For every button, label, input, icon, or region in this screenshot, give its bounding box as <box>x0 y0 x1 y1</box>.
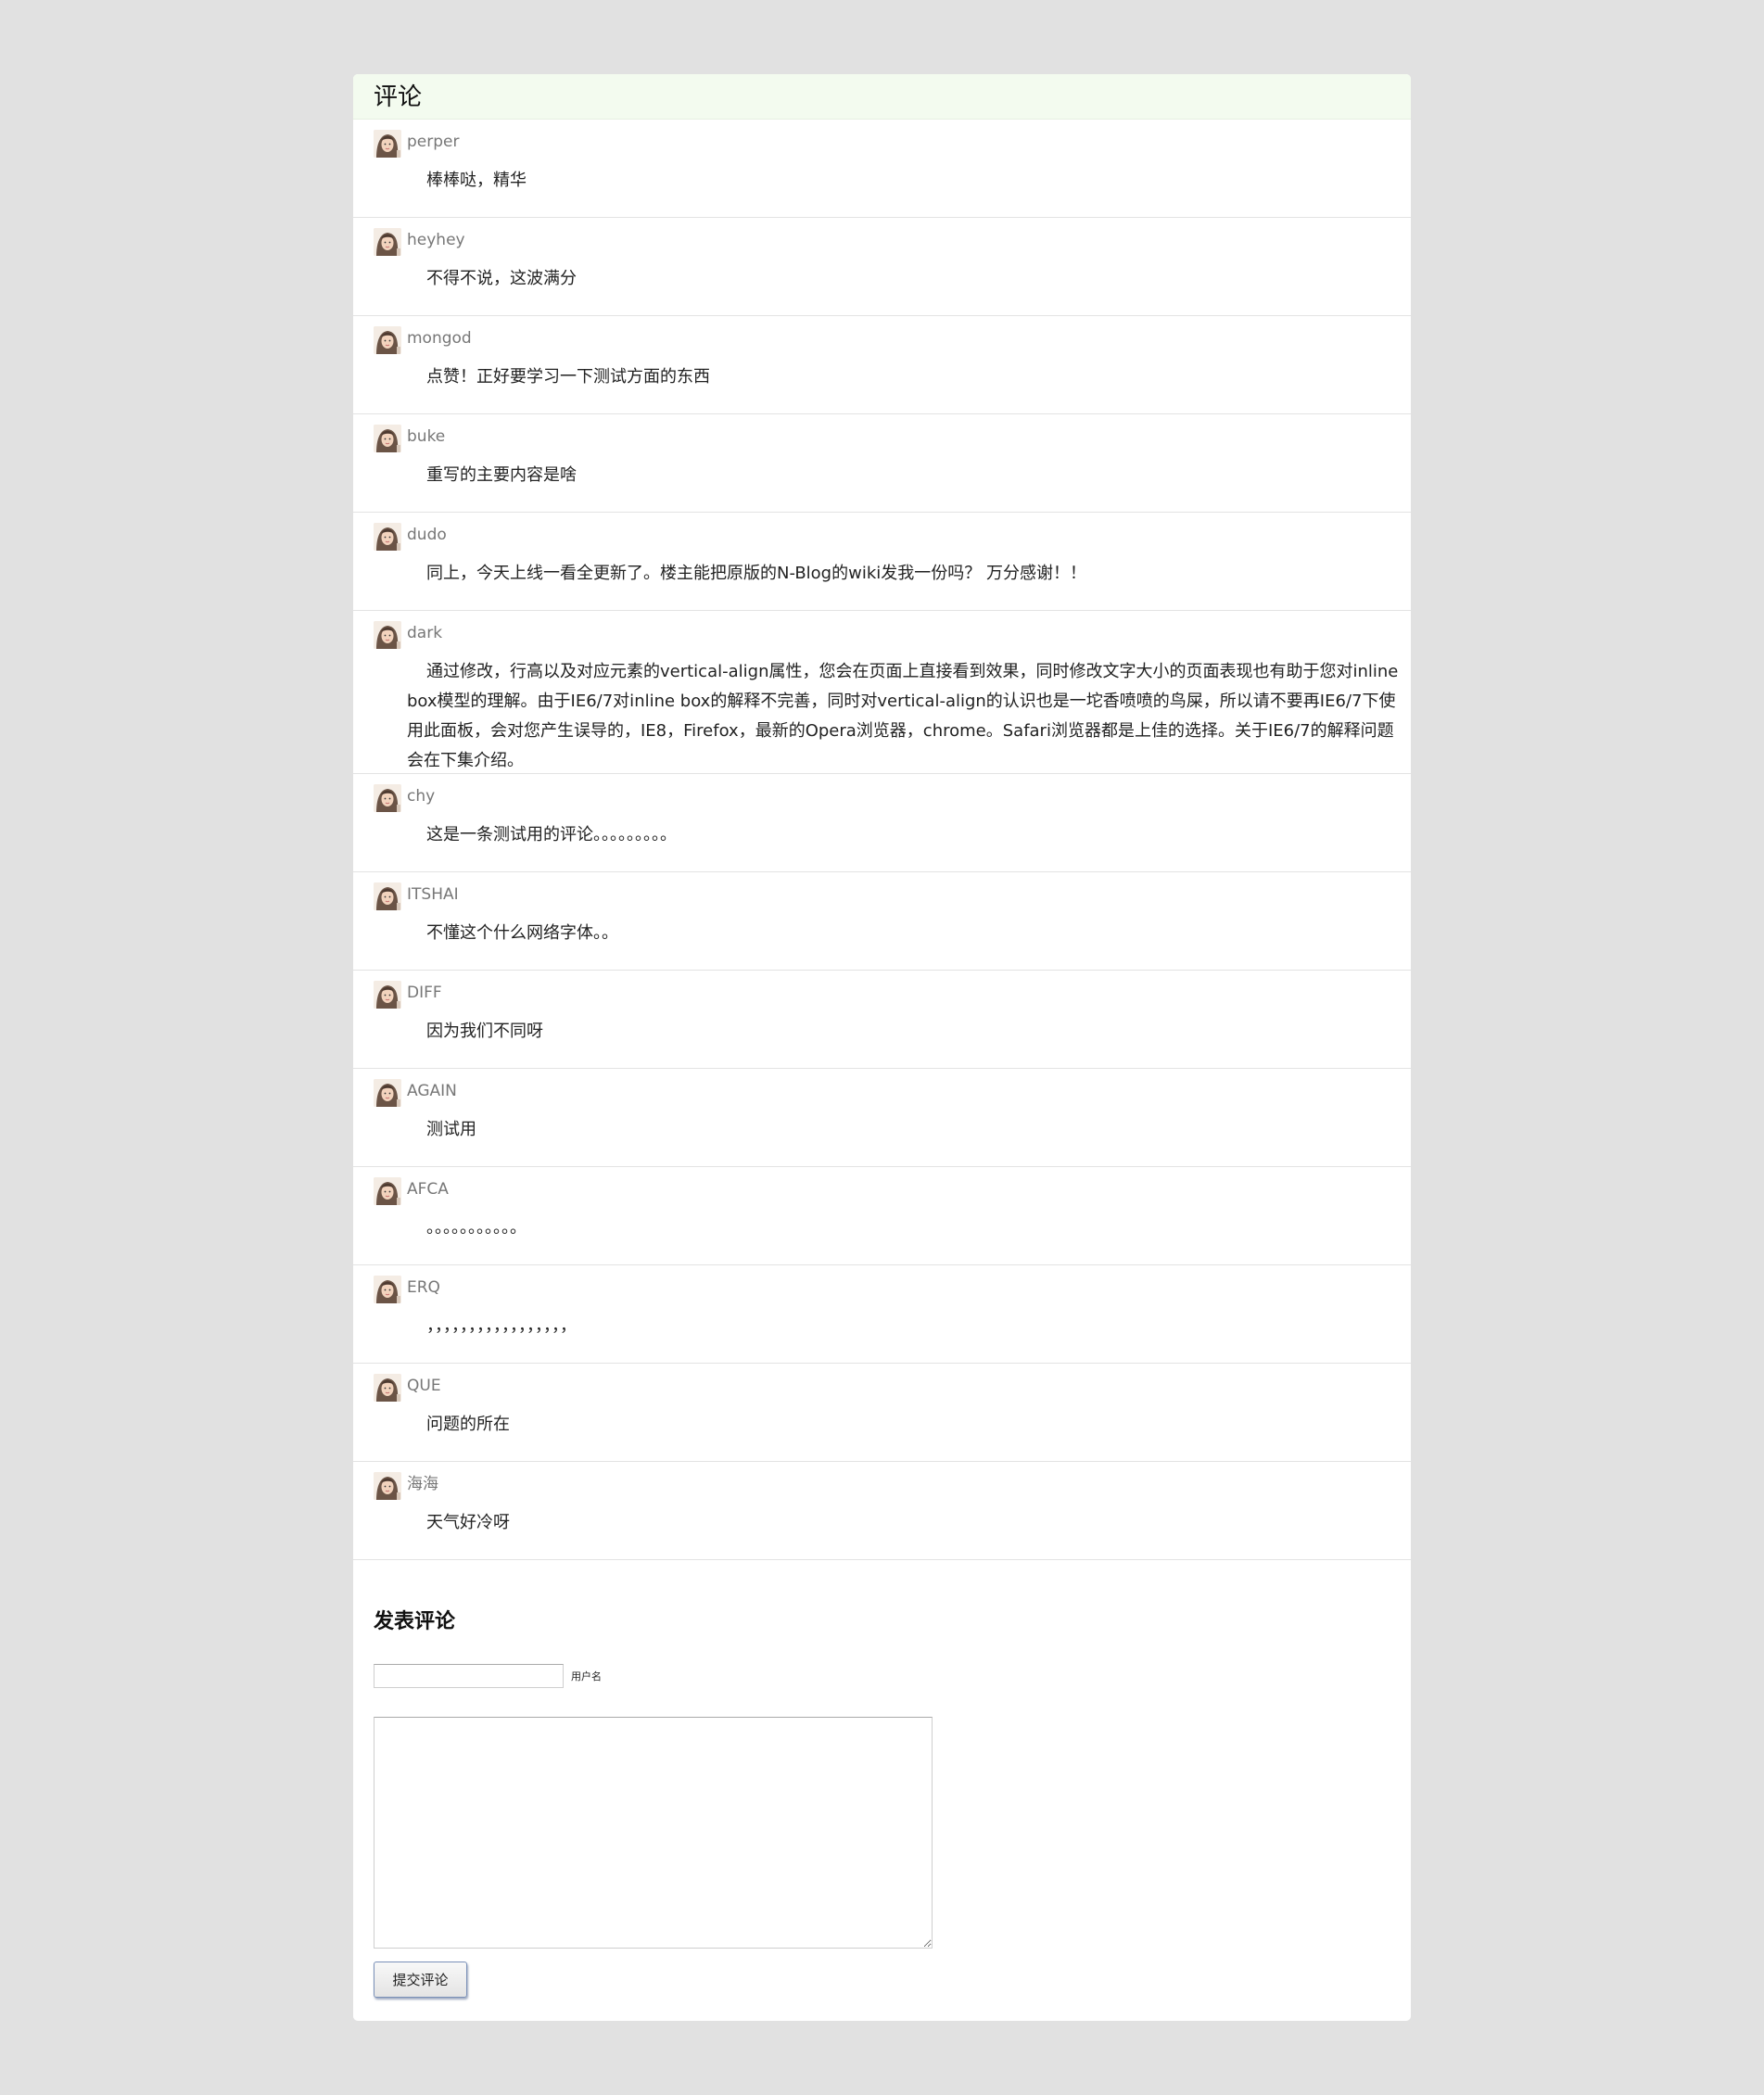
user-avatar-icon[interactable] <box>374 523 401 551</box>
comment-text: 问题的所在 <box>426 1415 510 1434</box>
user-avatar-icon[interactable] <box>374 130 401 158</box>
user-avatar-icon[interactable] <box>374 228 401 256</box>
comment-text: 通过修改，行高以及对应元素的vertical-align属性，您会在页面上直接看… <box>407 662 1399 770</box>
comment-item: 海海 天气好冷呀 <box>353 1462 1411 1560</box>
comment-text: 天气好冷呀 <box>426 1513 510 1532</box>
comment-author[interactable]: ITSHAI <box>407 883 459 906</box>
comment-item: ERQ ，，，，，，，，，，，，，，，，， <box>353 1265 1411 1364</box>
comment-text: 。。。。。。。。。。。 <box>426 1218 527 1238</box>
user-avatar-icon[interactable] <box>374 981 401 1009</box>
comments-header: 评论 <box>353 74 1411 120</box>
comment-text: 因为我们不同呀 <box>426 1022 543 1041</box>
comment-author[interactable]: AGAIN <box>407 1080 457 1102</box>
comment-text: 棒棒哒，精华 <box>426 171 527 190</box>
user-avatar-icon[interactable] <box>374 326 401 354</box>
comment-author[interactable]: AFCA <box>407 1178 449 1200</box>
comment-item: QUE 问题的所在 <box>353 1364 1411 1462</box>
comment-item: buke 重写的主要内容是啥 <box>353 414 1411 513</box>
user-avatar-icon[interactable] <box>374 621 401 649</box>
comment-text: ，，，，，，，，，，，，，，，，， <box>426 1316 577 1336</box>
comment-item: dark 通过修改，行高以及对应元素的vertical-align属性，您会在页… <box>353 611 1411 774</box>
comment-text: 同上，今天上线一看全更新了。楼主能把原版的N-Blog的wiki发我一份吗？ 万… <box>426 564 1086 583</box>
user-avatar-icon[interactable] <box>374 1177 401 1205</box>
user-avatar-icon[interactable] <box>374 784 401 812</box>
user-avatar-icon[interactable] <box>374 1374 401 1402</box>
comment-item: chy 这是一条测试用的评论。。。。。。。。。 <box>353 774 1411 872</box>
comment-author[interactable]: heyhey <box>407 229 465 251</box>
comment-item: DIFF 因为我们不同呀 <box>353 971 1411 1069</box>
comment-item: ITSHAI 不懂这个什么网络字体。。 <box>353 872 1411 971</box>
comment-author[interactable]: 海海 <box>407 1473 438 1495</box>
user-avatar-icon[interactable] <box>374 1472 401 1500</box>
comments-panel: 评论 perper 棒棒哒，精华 heyhey 不得不说，这波满分 mongod… <box>353 74 1411 2021</box>
comment-textarea[interactable] <box>374 1717 933 1949</box>
comment-item: dudo 同上，今天上线一看全更新了。楼主能把原版的N-Blog的wiki发我一… <box>353 513 1411 611</box>
compose-title: 发表评论 <box>374 1610 456 1633</box>
comment-author[interactable]: dudo <box>407 524 447 546</box>
comment-text: 不懂这个什么网络字体。。 <box>426 923 618 943</box>
username-label: 用户名 <box>571 1670 602 1682</box>
comment-author[interactable]: buke <box>407 425 445 448</box>
comment-author[interactable]: mongod <box>407 327 472 349</box>
user-avatar-icon[interactable] <box>374 1079 401 1107</box>
comment-author[interactable]: chy <box>407 785 435 807</box>
comment-list: perper 棒棒哒，精华 heyhey 不得不说，这波满分 mongod 点赞… <box>353 120 1411 1560</box>
comment-text: 这是一条测试用的评论。。。。。。。。。 <box>426 825 677 844</box>
user-avatar-icon[interactable] <box>374 1276 401 1303</box>
comment-text: 测试用 <box>426 1120 476 1139</box>
comment-author[interactable]: QUE <box>407 1375 441 1397</box>
comment-item: mongod 点赞！正好要学习一下测试方面的东西 <box>353 316 1411 414</box>
comment-author[interactable]: DIFF <box>407 982 442 1004</box>
comments-title: 评论 <box>374 83 423 111</box>
user-avatar-icon[interactable] <box>374 425 401 452</box>
comment-author[interactable]: perper <box>407 131 459 153</box>
comment-text: 重写的主要内容是啥 <box>426 465 577 485</box>
comment-item: AGAIN 测试用 <box>353 1069 1411 1167</box>
comment-item: AFCA 。。。。。。。。。。。 <box>353 1167 1411 1265</box>
comment-item: heyhey 不得不说，这波满分 <box>353 218 1411 316</box>
comment-text: 不得不说，这波满分 <box>426 269 577 288</box>
user-avatar-icon[interactable] <box>374 882 401 910</box>
submit-comment-button[interactable]: 提交评论 <box>374 1962 467 1998</box>
comment-item: perper 棒棒哒，精华 <box>353 120 1411 218</box>
username-input[interactable] <box>374 1664 564 1688</box>
comment-author[interactable]: dark <box>407 622 442 644</box>
comment-author[interactable]: ERQ <box>407 1276 440 1299</box>
comment-text: 点赞！正好要学习一下测试方面的东西 <box>426 367 710 387</box>
